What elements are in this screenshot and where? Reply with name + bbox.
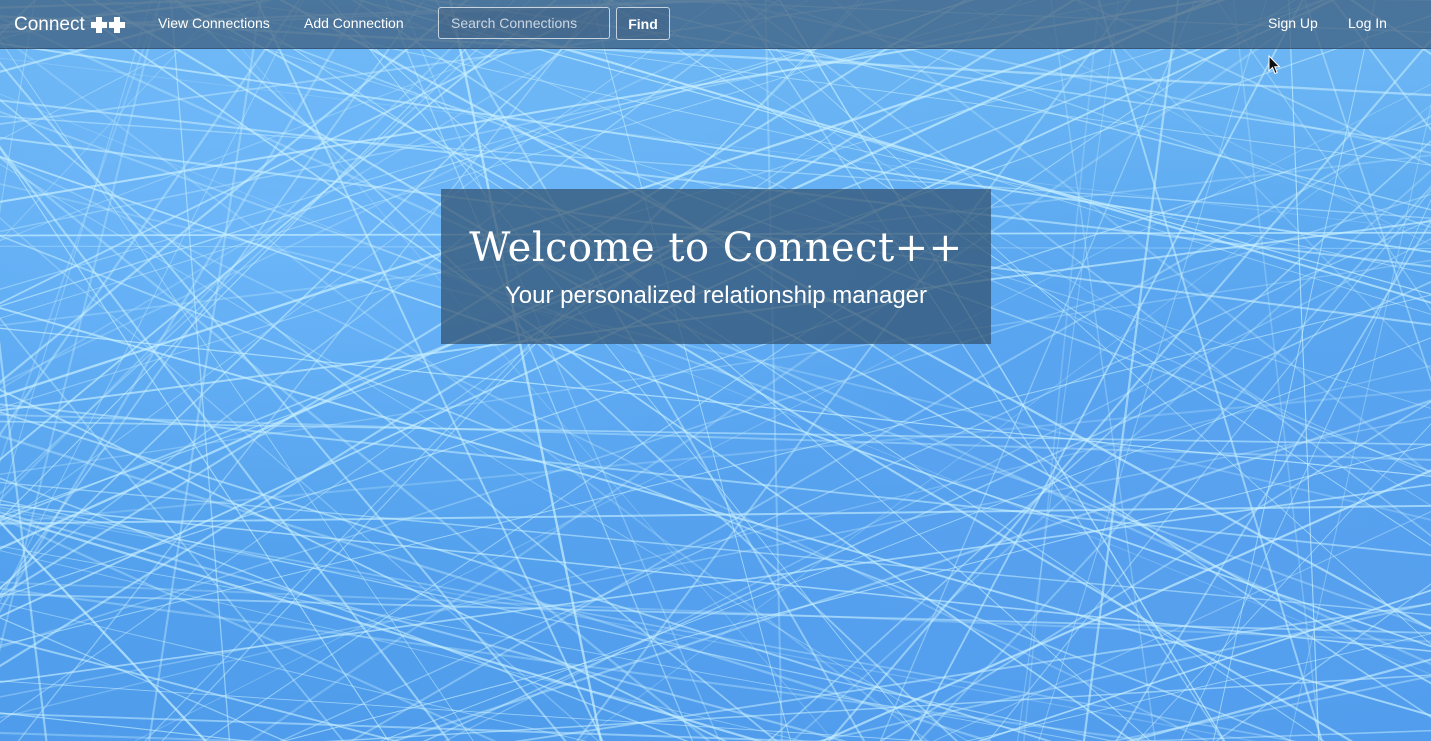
- log-in-link[interactable]: Log In: [1348, 15, 1387, 31]
- background-line: [0, 340, 48, 741]
- plus-icon: [108, 17, 125, 33]
- brand-logo[interactable]: Connect: [14, 12, 125, 38]
- mouse-cursor-icon: [1268, 55, 1281, 75]
- welcome-subtitle: Your personalized relationship manager: [504, 282, 928, 309]
- search-input[interactable]: [438, 7, 610, 39]
- brand-pluses: [89, 17, 125, 33]
- background-line: [0, 503, 1431, 652]
- background-line: [379, 337, 1431, 741]
- page-background: Connect View Connections Add Connection …: [0, 0, 1431, 741]
- sign-up-link[interactable]: Sign Up: [1268, 15, 1318, 31]
- find-button[interactable]: Find: [616, 7, 670, 40]
- add-connection-link[interactable]: Add Connection: [304, 15, 404, 31]
- plus-icon: [90, 17, 107, 33]
- welcome-title: Welcome to Connect++: [469, 225, 963, 271]
- background-line-pattern: [0, 0, 1431, 741]
- background-line: [1115, 219, 1431, 741]
- top-navbar: Connect View Connections Add Connection …: [0, 0, 1431, 49]
- brand-name: Connect: [14, 14, 85, 35]
- welcome-banner: Welcome to Connect++ Your personalized r…: [441, 189, 991, 344]
- view-connections-link[interactable]: View Connections: [158, 15, 270, 31]
- background-line: [144, 0, 865, 741]
